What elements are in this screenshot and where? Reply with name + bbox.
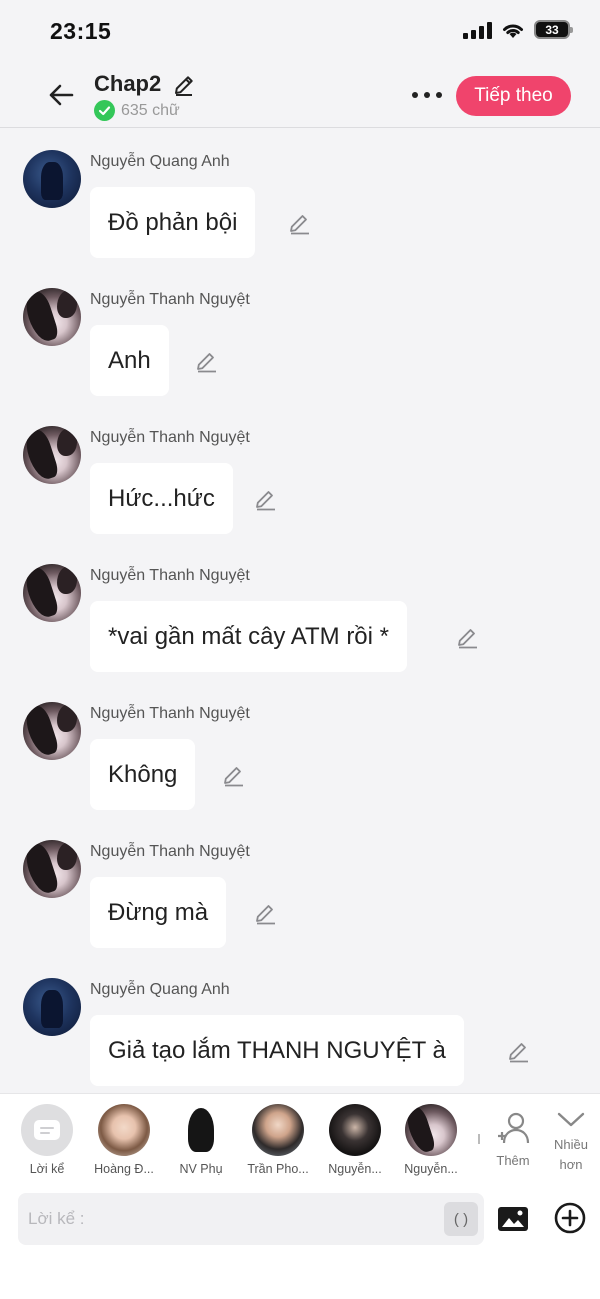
sender-name: Nguyễn Thanh Nguyệt xyxy=(90,291,250,308)
message-bubble[interactable]: Đừng mà xyxy=(90,877,227,948)
status-time: 23:15 xyxy=(50,18,112,44)
character-label: NV Phụ xyxy=(179,1162,223,1176)
character-picker: Lời kể Hoàng Đ... NV Phụ Trần Pho... Ngu… xyxy=(0,1104,470,1176)
chevron-down-icon xyxy=(557,1112,585,1127)
sender-name: Nguyễn Thanh Nguyệt xyxy=(90,567,250,584)
sender-name: Nguyễn Thanh Nguyệt xyxy=(90,429,250,446)
more-label-2: hơn xyxy=(559,1157,583,1172)
character-item[interactable]: Trần Pho... xyxy=(241,1104,315,1176)
next-button[interactable]: Tiếp theo xyxy=(456,76,571,116)
chapter-title: Chap2 xyxy=(94,71,162,96)
avatar xyxy=(329,1104,381,1156)
add-person-icon xyxy=(498,1112,530,1144)
add-icon[interactable] xyxy=(553,1201,587,1235)
word-count: 635 chữ xyxy=(94,100,180,121)
avatar[interactable] xyxy=(23,702,81,760)
add-character-label: Thêm xyxy=(496,1153,530,1168)
sender-name: Nguyễn Quang Anh xyxy=(90,981,230,998)
character-narrator[interactable]: Lời kể xyxy=(10,1104,84,1176)
divider xyxy=(478,1134,480,1144)
character-item[interactable]: Nguyễn... xyxy=(318,1104,392,1176)
add-character-button[interactable]: Thêm xyxy=(490,1110,536,1168)
edit-pencil-icon[interactable] xyxy=(254,488,278,512)
message-item: Nguyễn Quang Anh Giả tạo lắm THANH NGUYỆ… xyxy=(0,956,600,1093)
edit-pencil-icon[interactable] xyxy=(456,626,480,650)
message-item: Nguyễn Thanh Nguyệt Đừng mà xyxy=(0,818,600,956)
edit-pencil-icon[interactable] xyxy=(288,212,312,236)
avatar[interactable] xyxy=(23,150,81,208)
message-bubble[interactable]: Anh xyxy=(90,325,169,396)
avatar[interactable] xyxy=(23,288,81,346)
word-count-label: 635 chữ xyxy=(121,101,180,119)
message-bubble[interactable]: Không xyxy=(90,739,196,810)
message-bubble[interactable]: Đồ phản bội xyxy=(90,187,256,258)
character-label: Nguyễn... xyxy=(328,1162,382,1176)
parenthesis-button[interactable]: ( ) xyxy=(444,1202,478,1236)
message-item: Nguyễn Thanh Nguyệt Hức...hức xyxy=(0,404,600,542)
status-bar: 23:15 33 xyxy=(0,0,600,62)
sender-name: Nguyễn Thanh Nguyệt xyxy=(90,843,250,860)
avatar[interactable] xyxy=(23,840,81,898)
edit-pencil-icon[interactable] xyxy=(507,1040,531,1064)
message-item: Nguyễn Thanh Nguyệt *vai gần mất cây ATM… xyxy=(0,542,600,680)
edit-title-pencil-icon[interactable] xyxy=(172,73,196,97)
narrator-icon xyxy=(21,1104,73,1156)
avatar xyxy=(405,1104,457,1156)
avatar xyxy=(98,1104,150,1156)
signal-icon xyxy=(463,21,492,39)
character-item[interactable]: NV Phụ xyxy=(164,1104,238,1176)
check-icon xyxy=(94,100,115,121)
wifi-icon xyxy=(503,24,523,38)
narration-input[interactable] xyxy=(28,1193,438,1245)
avatar[interactable] xyxy=(23,978,81,1036)
message-bubble[interactable]: Hức...hức xyxy=(90,463,233,534)
narration-input-wrapper: ( ) xyxy=(18,1193,484,1245)
composer-panel: Lời kể Hoàng Đ... NV Phụ Trần Pho... Ngu… xyxy=(0,1093,600,1299)
avatar xyxy=(175,1104,227,1156)
sender-name: Nguyễn Quang Anh xyxy=(90,153,230,170)
avatar xyxy=(252,1104,304,1156)
character-label: Lời kể xyxy=(29,1162,65,1176)
more-characters-button[interactable]: Nhiều hơn xyxy=(546,1108,596,1175)
more-options-icon[interactable] xyxy=(410,82,444,108)
character-item[interactable]: Nguyễn... xyxy=(394,1104,468,1176)
message-item: Nguyễn Quang Anh Đồ phản bội xyxy=(0,128,600,266)
image-icon[interactable] xyxy=(496,1202,530,1236)
character-label: Nguyễn... xyxy=(404,1162,458,1176)
sender-name: Nguyễn Thanh Nguyệt xyxy=(90,705,250,722)
character-label: Trần Pho... xyxy=(247,1162,309,1176)
edit-pencil-icon[interactable] xyxy=(195,350,219,374)
avatar[interactable] xyxy=(23,426,81,484)
message-item: Nguyễn Thanh Nguyệt Không xyxy=(0,680,600,818)
more-label: Nhiều xyxy=(554,1137,588,1152)
status-icons: 33 xyxy=(463,20,573,39)
message-bubble[interactable]: *vai gần mất cây ATM rồi * xyxy=(90,601,407,672)
message-bubble[interactable]: Giả tạo lắm THANH NGUYỆT à xyxy=(90,1015,464,1086)
back-arrow-icon[interactable] xyxy=(44,78,78,112)
message-list: Nguyễn Quang Anh Đồ phản bội Nguyễn Than… xyxy=(0,128,600,1093)
avatar[interactable] xyxy=(23,564,81,622)
edit-pencil-icon[interactable] xyxy=(222,764,246,788)
battery-icon: 33 xyxy=(534,20,573,39)
character-item[interactable]: Hoàng Đ... xyxy=(87,1104,161,1176)
message-item: Nguyễn Thanh Nguyệt Anh xyxy=(0,266,600,404)
header: Chap2 635 chữ Tiếp theo xyxy=(0,62,600,128)
edit-pencil-icon[interactable] xyxy=(254,902,278,926)
character-label: Hoàng Đ... xyxy=(94,1162,154,1176)
